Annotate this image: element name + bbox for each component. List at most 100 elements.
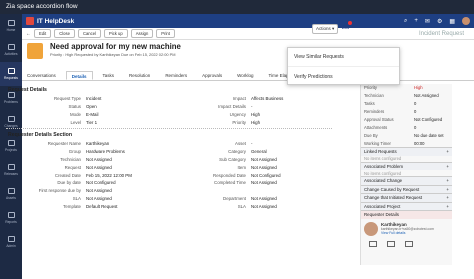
tab-worklog[interactable]: Worklog bbox=[232, 71, 258, 80]
divider bbox=[6, 127, 332, 129]
field-value: Open bbox=[86, 104, 97, 110]
section-title: Change that Initiated Request bbox=[364, 195, 423, 201]
add-icon[interactable]: + bbox=[446, 178, 449, 184]
field-label: SLA bbox=[72, 196, 81, 202]
zia-button[interactable]: Zia bbox=[342, 25, 349, 31]
field-label: Urgency bbox=[229, 112, 246, 118]
assign-button[interactable]: Assign bbox=[130, 29, 154, 38]
detail-column: Created Date Feb 15, 2022 12:00 PM bbox=[6, 173, 171, 178]
add-icon[interactable]: + bbox=[446, 195, 449, 201]
field-label: Request bbox=[64, 164, 81, 170]
field-value: Not Assigned bbox=[86, 196, 112, 202]
section-title: Change Caused by Request bbox=[364, 186, 420, 192]
mail-icon[interactable] bbox=[369, 240, 377, 247]
cancel-button[interactable]: Cancel bbox=[77, 29, 101, 38]
detail-column: Impact Affects Business bbox=[171, 96, 336, 101]
view-similar-requests-item[interactable]: View Similar Requests bbox=[288, 48, 399, 67]
associated-section[interactable]: Change that Initiated Request + bbox=[361, 193, 452, 202]
associated-section[interactable]: Linked Requests + bbox=[361, 147, 452, 156]
detail-column: Completed Time Not Assigned bbox=[171, 180, 336, 185]
section-title: Linked Requests bbox=[364, 149, 397, 155]
field-label: Mode bbox=[70, 112, 81, 118]
print-button[interactable]: Print bbox=[156, 29, 175, 38]
tab-reminders[interactable]: Reminders bbox=[160, 71, 192, 80]
field-label: Created Date bbox=[54, 172, 81, 178]
detail-row: SLA Not Assigned Department Not Assigned bbox=[6, 195, 336, 203]
add-icon[interactable]: + bbox=[446, 149, 449, 155]
tab-resolution[interactable]: Resolution bbox=[124, 71, 155, 80]
field-value: Not Configured bbox=[86, 180, 116, 186]
tab-bar: Conversations Details Tasks Resolution R… bbox=[22, 71, 474, 81]
detail-column: Mode E-Mail bbox=[6, 112, 171, 117]
field-label: Category bbox=[228, 148, 246, 154]
field-label: Priority bbox=[232, 120, 246, 126]
field-value: Not Assigned bbox=[86, 164, 112, 170]
view-full-details-link[interactable]: View Full details bbox=[381, 231, 434, 235]
add-icon[interactable]: + bbox=[446, 164, 449, 170]
detail-column: Asset - bbox=[171, 141, 336, 146]
chat-icon[interactable] bbox=[405, 240, 413, 247]
associated-section[interactable]: Associated Problem + bbox=[361, 161, 452, 171]
detail-row: Group Hardware Problems Category General bbox=[6, 147, 336, 155]
search-icon[interactable]: ⌕ bbox=[404, 18, 407, 25]
summary-label: Reminders bbox=[364, 109, 385, 115]
field-value: Hardware Problems bbox=[86, 148, 125, 154]
field-label: Level bbox=[70, 120, 82, 126]
detail-column: Technician Not Assigned bbox=[6, 157, 171, 162]
summary-value: 0 bbox=[414, 109, 417, 115]
right-summary-panel: Priority High Technician Not Assigned Tasks 0… bbox=[360, 84, 452, 265]
phone-icon[interactable] bbox=[387, 240, 395, 247]
summary-value: Not Assigned bbox=[414, 93, 439, 99]
detail-column: Requester Name Karthikeyan bbox=[6, 141, 171, 146]
summary-value: Not Configured bbox=[414, 117, 443, 122]
associated-section[interactable]: Associated Change + bbox=[361, 176, 452, 185]
field-label: Request Type bbox=[53, 96, 81, 102]
detail-row: Technician Not Assigned Sub Category Not As… bbox=[6, 155, 336, 163]
detail-row: Request Not Assigned Item Not Assigned bbox=[6, 163, 336, 171]
nav-activities[interactable]: Activities bbox=[0, 38, 22, 62]
actions-dropdown[interactable]: Actions ▾ bbox=[312, 24, 339, 34]
field-label: Due by date bbox=[57, 180, 81, 186]
window-caption: Zia space accordion flow bbox=[0, 0, 474, 14]
tab-approvals[interactable]: Approvals bbox=[197, 71, 227, 80]
verify-predictions-item[interactable]: Verify Predictions bbox=[288, 67, 399, 86]
associated-section[interactable]: Change Caused by Request + bbox=[361, 184, 452, 194]
field-value: Not Assigned bbox=[251, 204, 277, 210]
nav-home[interactable]: Home bbox=[0, 14, 22, 38]
associated-section[interactable]: Associated Project + bbox=[361, 201, 452, 211]
field-label: Template bbox=[63, 204, 81, 210]
add-icon[interactable]: + bbox=[446, 187, 449, 193]
field-label: Department bbox=[223, 196, 246, 202]
close-button[interactable]: Close bbox=[54, 29, 75, 38]
notification-icon[interactable]: ✉ bbox=[425, 18, 430, 25]
add-icon[interactable]: + bbox=[446, 204, 449, 210]
reply-bar: Reply Forward bbox=[22, 60, 474, 71]
summary-label: Approval Status bbox=[364, 117, 394, 122]
request-details-section: Request Details bbox=[8, 87, 47, 93]
detail-row: First response due by Not Assigned bbox=[6, 187, 336, 195]
tab-conversations[interactable]: Conversations bbox=[22, 71, 61, 80]
back-icon[interactable]: ← bbox=[26, 31, 31, 37]
pickup-button[interactable]: Pick up bbox=[103, 29, 128, 38]
detail-row: Created Date Feb 15, 2022 12:00 PM Respond… bbox=[6, 171, 336, 179]
app-logo bbox=[26, 17, 34, 25]
requester-profile: Karthikeyan karthikeyan.b+ss50@zohotest.… bbox=[361, 219, 452, 239]
detail-column: SLA Not Assigned bbox=[171, 204, 336, 209]
field-value: Not Assigned bbox=[86, 156, 112, 162]
grid-icon[interactable]: ▦ bbox=[449, 18, 455, 25]
field-value: Incident bbox=[86, 96, 102, 102]
add-icon[interactable]: + bbox=[414, 18, 418, 24]
summary-value: 0 bbox=[414, 101, 417, 107]
summary-row: Approval Status Not Configured bbox=[361, 116, 452, 124]
field-label: Group bbox=[68, 148, 81, 154]
tab-details[interactable]: Details bbox=[65, 71, 93, 80]
nav-requests[interactable]: Requests bbox=[0, 62, 22, 86]
gear-icon[interactable]: ⚙ bbox=[437, 18, 442, 25]
home-icon bbox=[7, 20, 15, 26]
detail-column: Group Hardware Problems bbox=[6, 149, 171, 154]
tab-tasks[interactable]: Tasks bbox=[98, 71, 120, 80]
avatar[interactable] bbox=[462, 17, 470, 25]
summary-row: Technician Not Assigned bbox=[361, 92, 452, 100]
edit-button[interactable]: Edit bbox=[34, 29, 52, 38]
detail-row: Due by date Not Configured Completed Time N… bbox=[6, 179, 336, 187]
